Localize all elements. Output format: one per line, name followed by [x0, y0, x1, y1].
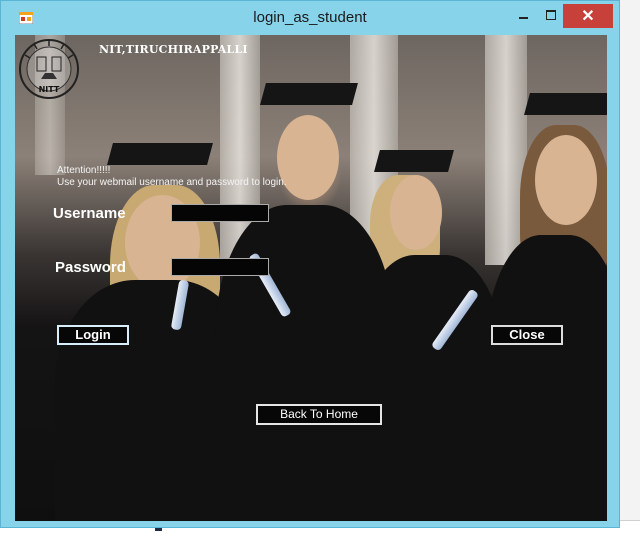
username-label: Username	[53, 205, 126, 222]
close-icon: ✕	[581, 8, 595, 25]
photo-cap	[524, 93, 607, 115]
attention-message: Attention!!!!! Use your webmail username…	[57, 165, 287, 189]
maximize-icon[interactable]	[539, 4, 563, 28]
logo-text: NITT	[39, 85, 60, 94]
photo-gown	[355, 255, 505, 521]
title-bar[interactable]: login_as_student ✕	[1, 1, 619, 35]
login-form-area: NITT NIT,TIRUCHIRAPPALLI Attention!!!!! …	[15, 35, 607, 521]
photo-gown	[485, 235, 607, 521]
password-input[interactable]	[171, 258, 269, 276]
photo-cap	[374, 150, 454, 172]
username-input[interactable]	[171, 204, 269, 222]
password-label: Password	[55, 259, 126, 276]
close-window-button[interactable]: ✕	[563, 4, 613, 28]
back-to-home-button[interactable]: Back To Home	[256, 404, 382, 425]
institution-logo: NITT	[19, 39, 79, 99]
photo-cap	[107, 143, 213, 165]
minimize-icon[interactable]	[511, 4, 535, 28]
login-button[interactable]: Login	[57, 325, 129, 345]
attention-title: Attention!!!!!	[57, 165, 111, 176]
attention-instruction: Use your webmail username and password t…	[57, 177, 287, 188]
institution-name: NIT,TIRUCHIRAPPALLI	[99, 43, 248, 56]
close-button[interactable]: Close	[491, 325, 563, 345]
photo-cap	[260, 83, 358, 105]
login-window: login_as_student ✕ NITT NIT,TIRUCHIRAPPA…	[0, 0, 620, 528]
photo-face	[535, 135, 597, 225]
photo-face	[390, 175, 442, 250]
